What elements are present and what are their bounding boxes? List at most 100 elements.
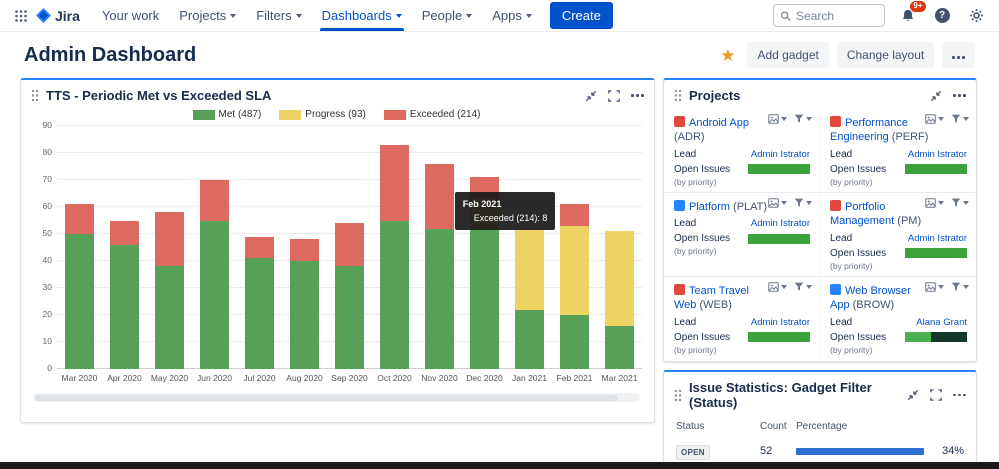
nav-item-dashboards[interactable]: Dashboards <box>312 0 412 31</box>
gadget-more-icon[interactable] <box>631 94 644 97</box>
display-option-button[interactable] <box>768 114 787 124</box>
page-more-button[interactable] <box>942 42 975 68</box>
lead-link[interactable]: Admin Istrator <box>751 149 810 160</box>
nav-item-your-work[interactable]: Your work <box>92 0 169 31</box>
status-lozenge[interactable]: OPEN <box>676 445 710 460</box>
by-priority-label: (by priority) <box>674 345 810 355</box>
bar-slot <box>282 126 327 369</box>
stacked-bar[interactable] <box>560 204 589 369</box>
expand-icon[interactable] <box>930 389 942 401</box>
open-issues-bar <box>748 234 810 244</box>
drag-handle-icon[interactable] <box>31 89 39 102</box>
stacked-bar[interactable] <box>155 212 184 369</box>
minimize-icon[interactable] <box>907 389 919 401</box>
filter-funnel-icon <box>794 282 804 292</box>
column-status: Status <box>676 421 760 432</box>
nav-item-projects[interactable]: Projects <box>169 0 246 31</box>
stacked-bar[interactable] <box>380 145 409 369</box>
project-link[interactable]: Platform <box>689 201 730 213</box>
display-option-button[interactable] <box>768 198 787 208</box>
settings-button[interactable] <box>965 5 987 27</box>
nav-item-people[interactable]: People <box>412 0 482 31</box>
filter-option-button[interactable] <box>794 114 812 124</box>
nav-item-apps[interactable]: Apps <box>482 0 542 31</box>
minimize-icon[interactable] <box>585 90 597 102</box>
open-issues-row: Open Issues <box>674 332 810 343</box>
bar-slot <box>327 126 372 369</box>
drag-handle-icon[interactable] <box>674 89 682 102</box>
stacked-bar[interactable] <box>200 180 229 369</box>
y-axis-label: 90 <box>43 120 52 130</box>
x-axis-label: Jul 2020 <box>237 373 282 383</box>
expand-icon[interactable] <box>608 90 620 102</box>
jira-logo[interactable]: Jira <box>36 8 80 24</box>
chart-scrollbar[interactable] <box>33 393 640 402</box>
change-layout-button[interactable]: Change layout <box>837 42 934 68</box>
bar-slot <box>552 126 597 369</box>
filter-option-button[interactable] <box>794 282 812 292</box>
search-input[interactable] <box>796 9 878 23</box>
lead-label: Lead <box>830 233 852 244</box>
legend-item: Met (487) <box>193 109 262 120</box>
display-option-button[interactable] <box>925 198 944 208</box>
lead-label: Lead <box>674 218 696 229</box>
display-option-button[interactable] <box>925 114 944 124</box>
stacked-bar[interactable] <box>425 164 454 369</box>
display-option-button[interactable] <box>925 282 944 292</box>
legend-label: Exceeded (214) <box>410 109 481 120</box>
lead-label: Lead <box>830 317 852 328</box>
stacked-bar[interactable] <box>605 231 634 369</box>
filter-option-button[interactable] <box>794 198 812 208</box>
bar-segment <box>560 204 589 226</box>
open-issues-bar-segment <box>748 234 810 244</box>
stacked-bar[interactable] <box>110 221 139 369</box>
lead-row: Lead Alana Grant <box>830 317 967 328</box>
filter-option-button[interactable] <box>951 114 969 124</box>
y-axis-label: 50 <box>43 228 52 238</box>
lead-link[interactable]: Alana Grant <box>916 317 967 328</box>
open-issues-label: Open Issues <box>674 332 730 343</box>
gadget-more-icon[interactable] <box>953 94 966 97</box>
bar-segment <box>110 221 139 245</box>
app-switcher-icon[interactable] <box>8 9 34 23</box>
lead-link[interactable]: Admin Istrator <box>908 149 967 160</box>
stacked-bar[interactable] <box>290 239 319 369</box>
primary-nav: Your work Projects Filters Dashboards Pe… <box>92 0 542 31</box>
lead-link[interactable]: Admin Istrator <box>751 317 810 328</box>
lead-link[interactable]: Admin Istrator <box>908 233 967 244</box>
create-button[interactable]: Create <box>550 2 613 29</box>
nav-item-filters[interactable]: Filters <box>246 0 311 31</box>
notifications-button[interactable]: 9+ <box>897 5 919 27</box>
lead-row: LeadAdmin Istrator <box>830 149 967 160</box>
sla-chart: Met (487)Progress (93)Exceeded (214) 010… <box>21 109 654 412</box>
scrollbar-thumb[interactable] <box>35 395 618 401</box>
lead-link[interactable]: Admin Istrator <box>751 218 810 229</box>
help-icon: ? <box>935 8 950 23</box>
legend-label: Met (487) <box>219 109 262 120</box>
stacked-bar[interactable] <box>515 229 544 369</box>
drag-handle-icon[interactable] <box>674 389 682 402</box>
bar-segment <box>155 266 184 369</box>
projects-gadget-header: Projects <box>664 80 976 109</box>
x-axis-label: Sep 2020 <box>327 373 372 383</box>
gadget-more-icon[interactable] <box>953 394 966 397</box>
dashboard: TTS - Periodic Met vs Exceeded SLA Met (… <box>0 76 999 469</box>
minimize-icon[interactable] <box>930 90 942 102</box>
favorite-star-icon[interactable]: ★ <box>716 47 739 64</box>
lead-label: Lead <box>674 317 696 328</box>
project-link[interactable]: Android App <box>689 117 749 129</box>
help-button[interactable]: ? <box>931 5 953 27</box>
legend-label: Progress (93) <box>305 109 366 120</box>
filter-option-button[interactable] <box>951 282 969 292</box>
search-icon <box>780 10 791 22</box>
project-avatar-icon <box>674 284 685 295</box>
add-gadget-button[interactable]: Add gadget <box>747 42 828 68</box>
stacked-bar[interactable] <box>245 237 274 369</box>
stacked-bar[interactable] <box>65 204 94 369</box>
display-option-button[interactable] <box>768 282 787 292</box>
bar-slot <box>372 126 417 369</box>
x-axis-label: Mar 2020 <box>57 373 102 383</box>
chevron-down-icon <box>296 14 302 18</box>
filter-option-button[interactable] <box>951 198 969 208</box>
stacked-bar[interactable] <box>335 223 364 369</box>
